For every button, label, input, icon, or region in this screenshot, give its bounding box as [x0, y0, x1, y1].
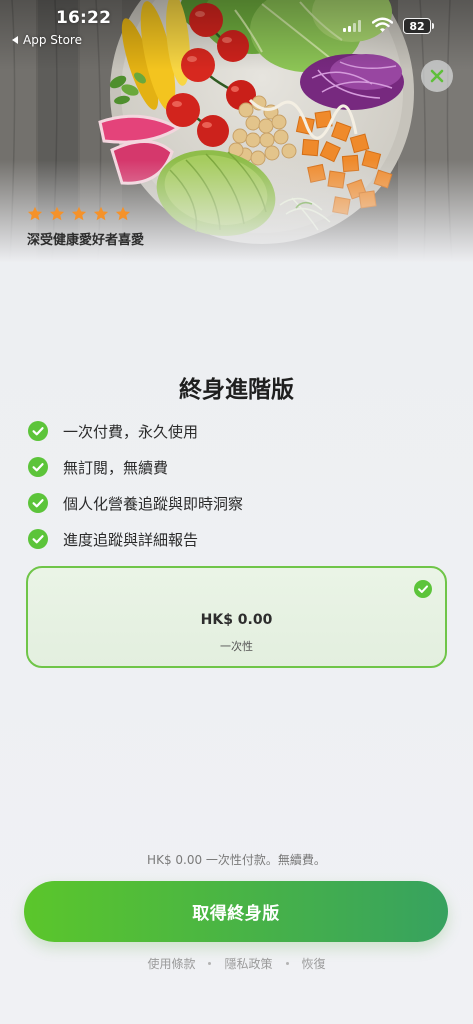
star-icon — [27, 206, 43, 221]
battery-level: 82 — [409, 19, 425, 33]
star-icon — [49, 206, 65, 221]
check-circle-icon — [28, 421, 48, 441]
check-circle-icon — [28, 457, 48, 477]
feature-item: 一次付費，永久使用 — [28, 421, 243, 441]
selected-check-icon — [414, 580, 432, 598]
restore-link[interactable]: 恢復 — [302, 955, 326, 972]
privacy-link[interactable]: 隱私政策 — [224, 955, 272, 972]
tagline: 深受健康愛好者喜愛 — [27, 233, 145, 248]
wifi-icon — [372, 17, 393, 32]
check-circle-icon — [28, 493, 48, 513]
back-label: App Store — [23, 33, 82, 47]
paywall-title: 終身進階版 — [179, 377, 294, 403]
battery-icon: 82 — [403, 18, 431, 34]
get-lifetime-button[interactable]: 取得終身版 — [24, 881, 448, 942]
status-time: 16:22 — [56, 8, 112, 28]
feature-list: 一次付費，永久使用 無訂閱，無續費 個人化營養追蹤與即時洞察 進度追蹤與詳細報告 — [28, 421, 243, 565]
star-icon — [93, 206, 109, 221]
plan-option-lifetime[interactable]: HK$ 0.00 一次性 — [26, 566, 447, 668]
link-separator — [285, 962, 289, 965]
link-separator — [208, 962, 212, 965]
feature-item: 無訂閱，無續費 — [28, 457, 243, 477]
feature-item: 個人化營養追蹤與即時洞察 — [28, 493, 243, 513]
cellular-signal-icon — [343, 20, 361, 32]
back-to-app-store[interactable]: App Store — [12, 33, 82, 47]
plan-price: HK$ 0.00 — [200, 612, 273, 628]
star-icon — [115, 206, 131, 221]
back-triangle-icon — [12, 36, 18, 44]
feature-label: 個人化營養追蹤與即時洞察 — [63, 494, 244, 513]
legal-links: 使用條款 隱私政策 恢復 — [0, 955, 473, 972]
purchase-summary: HK$ 0.00 一次性付款。無續費。 — [147, 853, 326, 867]
check-circle-icon — [28, 529, 48, 549]
rating-stars — [27, 206, 131, 222]
feature-label: 一次付費，永久使用 — [63, 422, 199, 441]
feature-item: 進度追蹤與詳細報告 — [28, 529, 243, 549]
close-icon — [430, 69, 444, 83]
terms-link[interactable]: 使用條款 — [147, 955, 195, 972]
cta-label: 取得終身版 — [192, 904, 280, 924]
feature-label: 無訂閱，無續費 — [63, 458, 169, 477]
close-button[interactable] — [421, 60, 453, 92]
plan-billing: 一次性 — [220, 640, 253, 653]
feature-label: 進度追蹤與詳細報告 — [63, 530, 199, 549]
star-icon — [71, 206, 87, 221]
